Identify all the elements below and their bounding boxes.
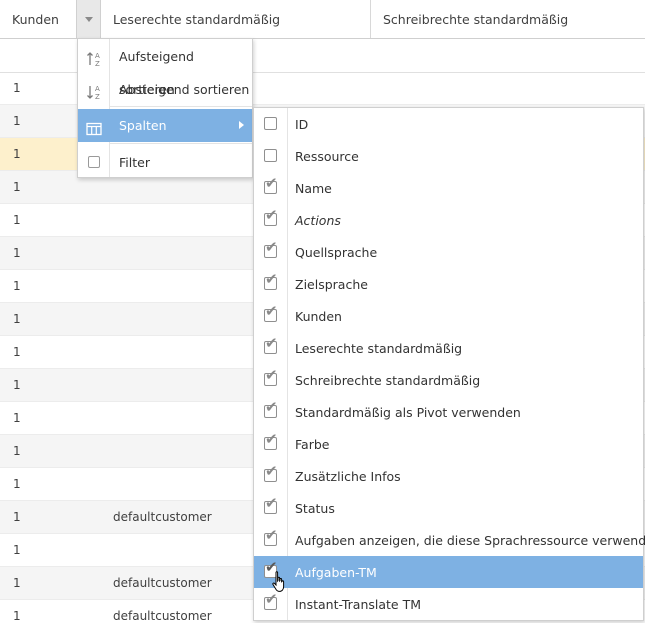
menu-item-filter-label: Filter bbox=[119, 155, 150, 170]
column-menu-trigger[interactable] bbox=[76, 0, 101, 38]
checkmark-icon: ✔ bbox=[265, 334, 278, 352]
columns-submenu: ID Ressource ✔ Name ✔ Actions ✔ Quellsprache ✔ Zi… bbox=[253, 107, 645, 621]
checkmark-icon: ✔ bbox=[265, 302, 278, 320]
column-context-menu: AZ Aufsteigend sortieren AZ Absteigend s… bbox=[77, 38, 253, 178]
column-toggle-label: Instant-Translate TM bbox=[295, 597, 422, 612]
menu-item-sort-ascending[interactable]: AZ Aufsteigend sortieren bbox=[78, 40, 252, 97]
checkbox-unchecked-icon[interactable] bbox=[264, 117, 277, 130]
column-toggle-item[interactable]: ID bbox=[254, 108, 643, 140]
menu-item-sort-descending[interactable]: AZ Absteigend sortieren bbox=[78, 73, 252, 106]
menu-divider bbox=[110, 106, 252, 107]
column-toggle-item[interactable]: ✔ Kunden bbox=[254, 300, 643, 332]
sort-descending-icon: AZ bbox=[86, 81, 102, 101]
column-toggle-item[interactable]: ✔ Farbe bbox=[254, 428, 643, 460]
checkbox-unchecked-icon[interactable] bbox=[264, 149, 277, 162]
cell-customer: defaultcustomer bbox=[113, 609, 212, 623]
column-toggle-label: Schreibrechte standardmäßig bbox=[295, 373, 481, 388]
checkmark-icon: ✔ bbox=[265, 206, 278, 224]
column-toggle-label: Zielsprache bbox=[295, 277, 368, 292]
column-toggle-label: Kunden bbox=[295, 309, 342, 324]
column-toggle-label: Name bbox=[295, 181, 332, 196]
column-toggle-label: Status bbox=[295, 501, 335, 516]
column-toggle-label: Aufgaben-TM bbox=[295, 565, 377, 580]
column-toggle-item[interactable]: ✔ Aufgaben-TM bbox=[254, 556, 643, 588]
checkmark-icon: ✔ bbox=[265, 398, 278, 416]
cell-kunden: 1 bbox=[13, 576, 21, 590]
column-toggle-label: Ressource bbox=[295, 149, 359, 164]
column-toggle-item[interactable]: ✔ Aufgaben anzeigen, die diese Sprachress… bbox=[254, 524, 645, 556]
column-toggle-label: Quellsprache bbox=[295, 245, 378, 260]
column-header-kunden-label: Kunden bbox=[12, 12, 59, 27]
column-toggle-item[interactable]: ✔ Standardmäßig als Pivot verwenden bbox=[254, 396, 643, 428]
checkmark-icon: ✔ bbox=[265, 494, 278, 512]
cell-kunden: 1 bbox=[13, 543, 21, 557]
menu-item-columns-label: Spalten bbox=[119, 118, 167, 133]
grid-header: Kunden Leserechte standardmäßig Schreibr… bbox=[0, 0, 645, 39]
column-toggle-item[interactable]: ✔ Actions bbox=[254, 204, 643, 236]
checkmark-icon: ✔ bbox=[265, 462, 278, 480]
column-toggle-item[interactable]: ✔ Zusätzliche Infos bbox=[254, 460, 643, 492]
menu-divider bbox=[110, 143, 252, 144]
column-toggle-label: Leserechte standardmäßig bbox=[295, 341, 463, 356]
column-header-write-rights[interactable]: Schreibrechte standardmäßig bbox=[371, 0, 645, 38]
column-toggle-label: Aufgaben anzeigen, die diese Sprachresso… bbox=[295, 533, 645, 548]
checkmark-icon: ✔ bbox=[265, 430, 278, 448]
column-toggle-item[interactable]: ✔ Quellsprache bbox=[254, 236, 643, 268]
column-toggle-item[interactable]: ✔ Instant-Translate TM bbox=[254, 588, 643, 620]
cell-kunden: 1 bbox=[13, 444, 21, 458]
cell-kunden: 1 bbox=[13, 510, 21, 524]
cell-kunden: 1 bbox=[13, 180, 21, 194]
cell-kunden: 1 bbox=[13, 213, 21, 227]
column-toggle-label: ID bbox=[295, 117, 309, 132]
svg-text:A: A bbox=[95, 85, 100, 93]
cell-kunden: 1 bbox=[13, 114, 21, 128]
cell-kunden: 1 bbox=[13, 609, 21, 623]
column-toggle-label: Farbe bbox=[295, 437, 330, 452]
column-header-read-rights-label: Leserechte standardmäßig bbox=[113, 12, 281, 27]
column-toggle-item[interactable]: ✔ Leserechte standardmäßig bbox=[254, 332, 643, 364]
checkmark-icon: ✔ bbox=[265, 174, 278, 192]
column-toggle-item[interactable]: ✔ Status bbox=[254, 492, 643, 524]
menu-item-sort-descending-label: Absteigend sortieren bbox=[119, 82, 250, 97]
cell-customer: defaultcustomer bbox=[113, 576, 212, 590]
column-header-kunden[interactable]: Kunden bbox=[0, 0, 77, 38]
menu-item-columns[interactable]: Spalten bbox=[78, 109, 252, 142]
column-header-write-rights-label: Schreibrechte standardmäßig bbox=[383, 12, 569, 27]
column-toggle-label: Actions bbox=[295, 213, 341, 228]
checkmark-icon: ✔ bbox=[265, 526, 278, 544]
checkbox-unchecked-icon bbox=[88, 156, 100, 168]
column-toggle-item[interactable]: ✔ Schreibrechte standardmäßig bbox=[254, 364, 643, 396]
cell-kunden: 1 bbox=[13, 411, 21, 425]
cell-kunden: 1 bbox=[13, 477, 21, 491]
column-toggle-label: Standardmäßig als Pivot verwenden bbox=[295, 405, 521, 420]
svg-text:Z: Z bbox=[95, 93, 100, 101]
filter-checkbox[interactable] bbox=[86, 154, 102, 170]
column-toggle-label: Zusätzliche Infos bbox=[295, 469, 401, 484]
sort-ascending-icon: AZ bbox=[86, 48, 102, 68]
hand-cursor-icon bbox=[272, 571, 285, 592]
menu-item-filter[interactable]: Filter bbox=[78, 146, 252, 179]
svg-text:Z: Z bbox=[95, 60, 100, 68]
svg-text:A: A bbox=[95, 52, 100, 60]
submenu-arrow-icon bbox=[239, 121, 244, 129]
checkmark-icon: ✔ bbox=[265, 238, 278, 256]
cell-kunden: 1 bbox=[13, 312, 21, 326]
column-toggle-item[interactable]: ✔ Name bbox=[254, 172, 643, 204]
cell-kunden: 1 bbox=[13, 147, 21, 161]
cell-kunden: 1 bbox=[13, 81, 21, 95]
column-header-read-rights[interactable]: Leserechte standardmäßig bbox=[101, 0, 371, 38]
cell-kunden: 1 bbox=[13, 378, 21, 392]
cell-kunden: 1 bbox=[13, 345, 21, 359]
checkmark-icon: ✔ bbox=[265, 366, 278, 384]
cell-customer: defaultcustomer bbox=[113, 510, 212, 524]
columns-icon bbox=[86, 117, 102, 136]
column-toggle-item[interactable]: Ressource bbox=[254, 140, 643, 172]
column-toggle-item[interactable]: ✔ Zielsprache bbox=[254, 268, 643, 300]
cell-kunden: 1 bbox=[13, 246, 21, 260]
checkmark-icon: ✔ bbox=[265, 270, 278, 288]
cell-kunden: 1 bbox=[13, 279, 21, 293]
